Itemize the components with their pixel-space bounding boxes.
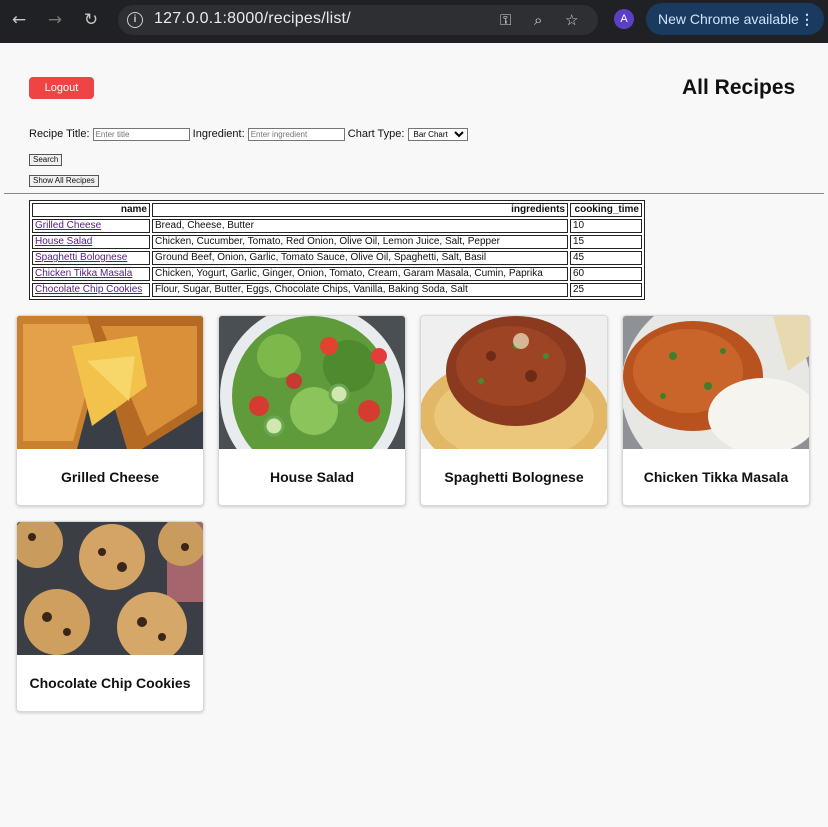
recipe-link[interactable]: Chocolate Chip Cookies: [35, 284, 142, 295]
grilled-cheese-image: [17, 316, 203, 449]
recipe-title-input[interactable]: [92, 128, 190, 141]
recipe-link[interactable]: Grilled Cheese: [35, 220, 101, 231]
recipe-name-cell: Spaghetti Bolognese: [32, 251, 150, 265]
recipe-card-title[interactable]: Spaghetti Bolognese: [421, 449, 607, 505]
recipe-link[interactable]: Chicken Tikka Masala: [35, 268, 132, 279]
cooking-time-cell: 15: [570, 235, 642, 249]
cooking-time-cell: 45: [570, 251, 642, 265]
reload-icon[interactable]: ↻: [79, 8, 103, 32]
recipe-card-title[interactable]: Chocolate Chip Cookies: [17, 655, 203, 711]
key-icon[interactable]: ⚿: [500, 9, 511, 31]
table-row: House Salad Chicken, Cucumber, Tomato, R…: [32, 235, 642, 249]
cooking-time-cell: 60: [570, 267, 642, 281]
recipe-link[interactable]: Spaghetti Bolognese: [35, 252, 127, 263]
search-form: Recipe Title: Ingredient: Chart Type: Ba…: [29, 128, 468, 141]
recipe-card[interactable]: House Salad: [218, 315, 406, 506]
chrome-update-button[interactable]: New Chrome available ⋮: [646, 3, 824, 35]
address-bar[interactable]: i 127.0.0.1:8000/recipes/list/ ⚿ ⌕ ☆: [118, 5, 598, 35]
table-row: Chocolate Chip Cookies Flour, Sugar, But…: [32, 283, 642, 297]
chocolate-chip-cookies-image: [17, 522, 203, 655]
cooking-time-cell: 25: [570, 283, 642, 297]
recipe-card-title[interactable]: Chicken Tikka Masala: [623, 449, 809, 505]
house-salad-image: [219, 316, 405, 449]
profile-avatar[interactable]: A: [614, 9, 634, 29]
table-header-row: name ingredients cooking_time: [32, 203, 642, 217]
update-label: New Chrome available: [658, 11, 799, 27]
zoom-icon[interactable]: ⌕: [534, 9, 542, 31]
recipe-title-label: Recipe Title:: [29, 128, 90, 141]
spaghetti-bolognese-image: [421, 316, 607, 449]
browser-toolbar: ← → ↻ i 127.0.0.1:8000/recipes/list/ ⚿ ⌕…: [0, 0, 828, 43]
recipe-name-cell: Grilled Cheese: [32, 219, 150, 233]
page-title: All Recipes: [682, 76, 796, 99]
chart-type-select[interactable]: Bar Chart: [407, 128, 468, 141]
recipe-card-title[interactable]: House Salad: [219, 449, 405, 505]
column-header-ingredients: ingredients: [152, 203, 568, 217]
chart-type-label: Chart Type:: [347, 128, 405, 141]
ingredient-input[interactable]: [247, 128, 345, 141]
table-row: Grilled Cheese Bread, Cheese, Butter 10: [32, 219, 642, 233]
recipe-card[interactable]: Chocolate Chip Cookies: [16, 521, 204, 712]
ingredient-label: Ingredient:: [192, 128, 245, 141]
logout-button[interactable]: Logout: [29, 77, 94, 99]
search-button[interactable]: Search: [29, 154, 63, 166]
recipe-card[interactable]: Spaghetti Bolognese: [420, 315, 608, 506]
ingredients-cell: Bread, Cheese, Butter: [152, 219, 568, 233]
recipes-table: name ingredients cooking_time Grilled Ch…: [29, 200, 645, 300]
recipe-name-cell: Chicken Tikka Masala: [32, 267, 150, 281]
star-icon[interactable]: ☆: [565, 9, 578, 31]
info-icon[interactable]: i: [127, 12, 143, 28]
recipe-card[interactable]: Grilled Cheese: [16, 315, 204, 506]
column-header-cooking-time: cooking_time: [570, 203, 642, 217]
ingredients-cell: Flour, Sugar, Butter, Eggs, Chocolate Ch…: [152, 283, 568, 297]
chicken-tikka-masala-image: [623, 316, 809, 449]
table-row: Spaghetti Bolognese Ground Beef, Onion, …: [32, 251, 642, 265]
cooking-time-cell: 10: [570, 219, 642, 233]
kebab-menu-icon[interactable]: ⋮: [800, 3, 814, 35]
recipe-name-cell: Chocolate Chip Cookies: [32, 283, 150, 297]
recipe-name-cell: House Salad: [32, 235, 150, 249]
ingredients-cell: Chicken, Yogurt, Garlic, Ginger, Onion, …: [152, 267, 568, 281]
show-all-recipes-button[interactable]: Show All Recipes: [29, 175, 99, 187]
ingredients-cell: Ground Beef, Onion, Garlic, Tomato Sauce…: [152, 251, 568, 265]
url-text[interactable]: 127.0.0.1:8000/recipes/list/: [154, 10, 351, 28]
table-row: Chicken Tikka Masala Chicken, Yogurt, Ga…: [32, 267, 642, 281]
column-header-name: name: [32, 203, 150, 217]
divider: [4, 193, 824, 194]
back-icon[interactable]: ←: [7, 8, 31, 32]
recipe-card-title[interactable]: Grilled Cheese: [17, 449, 203, 505]
recipe-link[interactable]: House Salad: [35, 236, 92, 247]
ingredients-cell: Chicken, Cucumber, Tomato, Red Onion, Ol…: [152, 235, 568, 249]
recipe-card[interactable]: Chicken Tikka Masala: [622, 315, 810, 506]
forward-icon[interactable]: →: [43, 8, 67, 32]
